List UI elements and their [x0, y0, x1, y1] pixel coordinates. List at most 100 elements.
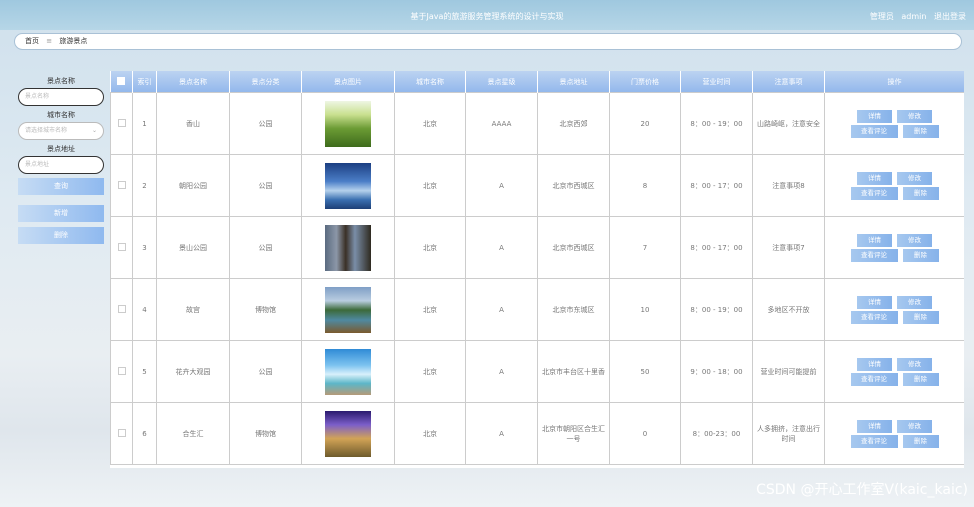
cell-notes: 营业时间可能提前 — [752, 340, 825, 403]
sky-lake-photo[interactable] — [325, 162, 371, 209]
city-select[interactable]: 请选择城市名称 ⌄ — [18, 122, 104, 140]
table-row: 4 故宫 博物馆 北京 A 北京市东城区 10 8：00 - 19：00 多地区… — [110, 278, 964, 341]
cell-notes: 注意事项8 — [752, 154, 825, 217]
detail-button[interactable]: 详情 — [857, 171, 892, 185]
cell-index: 1 — [132, 92, 157, 155]
row-checkbox[interactable] — [117, 118, 126, 127]
row-checkbox[interactable] — [117, 180, 126, 189]
header-cell: 景点地址 — [537, 71, 610, 93]
cell-stars: A — [465, 154, 538, 217]
cell-notes: 多地区不开放 — [752, 278, 825, 341]
edit-button[interactable]: 修改 — [897, 295, 932, 309]
cell-hours: 8：00 - 19：00 — [680, 278, 753, 341]
cell-index: 6 — [132, 402, 157, 465]
breadcrumb-current: 旅游景点 — [59, 37, 88, 45]
cell-name: 故宫 — [156, 278, 230, 341]
row-select-cell[interactable] — [110, 278, 133, 341]
cell-name: 合生汇 — [156, 402, 230, 465]
cell-image — [301, 278, 395, 341]
address-label: 景点地址 — [47, 145, 75, 153]
address-input[interactable]: 景点地址 — [18, 156, 104, 174]
cell-hours: 8：00-23：00 — [680, 402, 753, 465]
logout-link[interactable]: 退出登录 — [934, 12, 966, 21]
chevron-down-icon: ⌄ — [91, 127, 97, 134]
table-row: 5 花卉大观园 公园 北京 A 北京市丰台区十里香 50 9：00 - 18：0… — [110, 340, 964, 403]
view-reviews-button[interactable]: 查看评论 — [850, 248, 898, 262]
add-button[interactable]: 新增 — [18, 205, 104, 222]
select-all-checkbox[interactable] — [117, 76, 126, 85]
view-reviews-button[interactable]: 查看评论 — [850, 186, 898, 200]
cell-index: 2 — [132, 154, 157, 217]
header-cell: 城市名称 — [394, 71, 466, 93]
cell-category: 公园 — [229, 340, 302, 403]
edit-button[interactable]: 修改 — [897, 357, 932, 371]
mountain-lake-photo[interactable] — [325, 286, 371, 333]
row-checkbox[interactable] — [117, 428, 126, 437]
detail-button[interactable]: 详情 — [857, 233, 892, 247]
row-select-cell[interactable] — [110, 154, 133, 217]
batch-delete-button[interactable]: 删除 — [18, 227, 104, 244]
edit-button[interactable]: 修改 — [897, 419, 932, 433]
breadcrumb-home[interactable]: 首页 — [25, 37, 39, 45]
header-cell: 景点分类 — [229, 71, 302, 93]
header-cell: 景点名称 — [156, 71, 230, 93]
row-select-cell[interactable] — [110, 92, 133, 155]
view-reviews-button[interactable]: 查看评论 — [850, 372, 898, 386]
delete-button[interactable]: 删除 — [902, 124, 939, 138]
delete-button[interactable]: 删除 — [902, 186, 939, 200]
edit-button[interactable]: 修改 — [897, 233, 932, 247]
cell-address: 北京市丰台区十里香 — [537, 340, 610, 403]
delete-button[interactable]: 删除 — [902, 434, 939, 448]
app-title: 基于Java的旅游服务管理系统的设计与实现 — [410, 12, 564, 21]
cell-name: 花卉大观园 — [156, 340, 230, 403]
city-select-placeholder: 请选择城市名称 — [25, 127, 68, 134]
cell-stars: AAAA — [465, 92, 538, 155]
search-button[interactable]: 查询 — [18, 178, 104, 195]
delete-button[interactable]: 删除 — [902, 372, 939, 386]
cell-price: 8 — [609, 154, 681, 217]
watermark: CSDN @开心工作室V(kaic_kaic) — [756, 482, 968, 498]
row-select-cell[interactable] — [110, 340, 133, 403]
cell-index: 3 — [132, 216, 157, 279]
detail-button[interactable]: 详情 — [857, 357, 892, 371]
edit-button[interactable]: 修改 — [897, 171, 932, 185]
row-select-cell[interactable] — [110, 402, 133, 465]
row-checkbox[interactable] — [117, 366, 126, 375]
green-field-photo[interactable] — [325, 100, 371, 147]
cell-city: 北京 — [394, 278, 466, 341]
breadcrumb: 首页 ≡ 旅游景点 — [14, 33, 962, 50]
row-checkbox[interactable] — [117, 242, 126, 251]
cell-hours: 9：00 - 18：00 — [680, 340, 753, 403]
detail-button[interactable]: 详情 — [857, 109, 892, 123]
detail-button[interactable]: 详情 — [857, 419, 892, 433]
view-reviews-button[interactable]: 查看评论 — [850, 310, 898, 324]
table-row: 2 朝阳公园 公园 北京 A 北京市西城区 8 8：00 - 17：00 注意事… — [110, 154, 964, 217]
cell-city: 北京 — [394, 154, 466, 217]
purple-sky-valley-photo[interactable] — [325, 410, 371, 457]
select-all-header[interactable] — [110, 71, 133, 93]
view-reviews-button[interactable]: 查看评论 — [850, 124, 898, 138]
cell-notes: 山路崎岖，注意安全 — [752, 92, 825, 155]
cell-price: 20 — [609, 92, 681, 155]
table-row: 1 香山 公园 北京 AAAA 北京西郊 20 8：00 - 19：00 山路崎… — [110, 92, 964, 155]
delete-button[interactable]: 删除 — [902, 310, 939, 324]
row-checkbox[interactable] — [117, 304, 126, 313]
detail-button[interactable]: 详情 — [857, 295, 892, 309]
cell-notes: 人多拥挤，注意出行时间 — [752, 402, 825, 465]
rock-peaks-photo[interactable] — [325, 224, 371, 271]
top-bar: 基于Java的旅游服务管理系统的设计与实现 管理员 admin 退出登录 — [0, 0, 974, 30]
seaside-window-photo[interactable] — [325, 348, 371, 395]
cell-image — [301, 92, 395, 155]
cell-address: 北京西郊 — [537, 92, 610, 155]
cell-image — [301, 154, 395, 217]
edit-button[interactable]: 修改 — [897, 109, 932, 123]
view-reviews-button[interactable]: 查看评论 — [850, 434, 898, 448]
name-input[interactable]: 景点名称 — [18, 88, 104, 106]
scenic-spot-table: 索引 景点名称 景点分类 景点图片 城市名称 景点星级 景点地址 门票价格 营业… — [110, 71, 964, 465]
cell-category: 博物馆 — [229, 402, 302, 465]
cell-stars: A — [465, 278, 538, 341]
row-select-cell[interactable] — [110, 216, 133, 279]
delete-button[interactable]: 删除 — [902, 248, 939, 262]
table-header-row: 索引 景点名称 景点分类 景点图片 城市名称 景点星级 景点地址 门票价格 营业… — [110, 71, 964, 93]
cell-actions: 详情 修改 查看评论 删除 — [824, 154, 964, 217]
